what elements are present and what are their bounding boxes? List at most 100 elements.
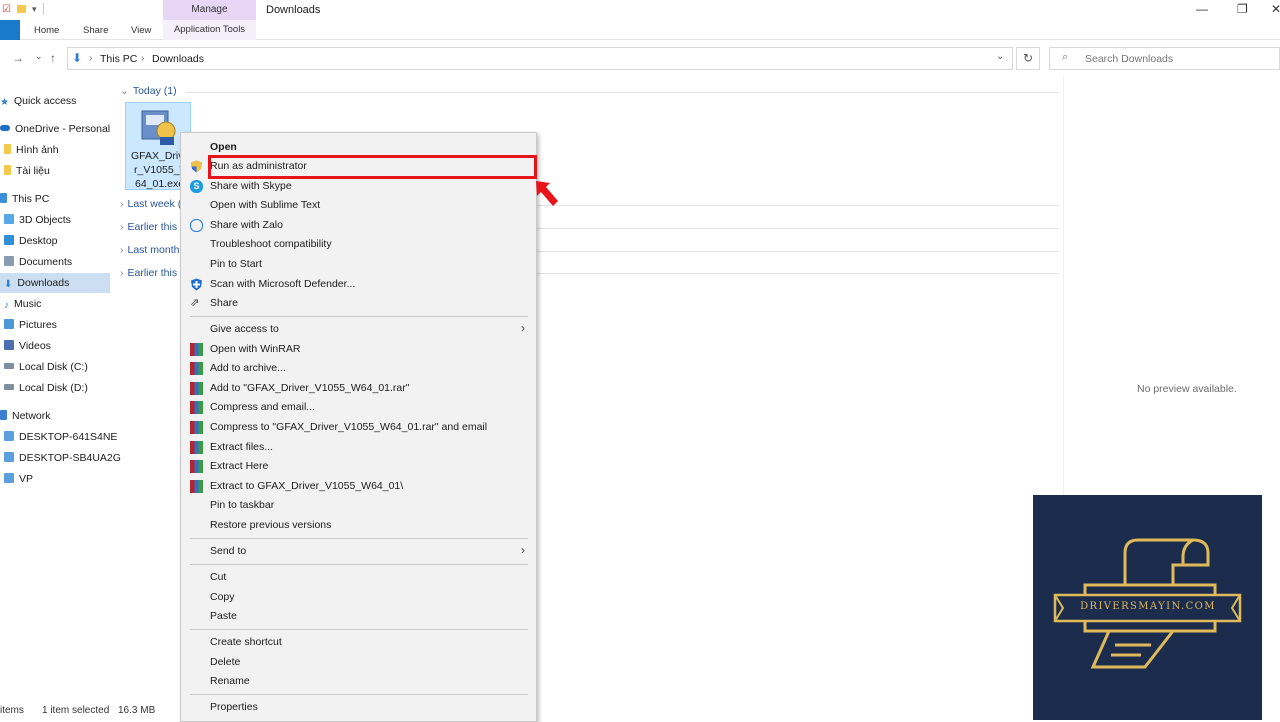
up-arrow-icon[interactable]: ↑: [50, 51, 56, 65]
sidebar-item-local-disk-c[interactable]: Local Disk (C:): [0, 357, 110, 377]
desktop-icon: [4, 235, 14, 245]
context-menu: Open Run as administrator S Share with S…: [180, 132, 537, 722]
menu-separator: [190, 538, 528, 539]
winrar-icon: [190, 460, 203, 473]
minimize-icon[interactable]: —: [1196, 2, 1208, 16]
sidebar-item-label: Music: [14, 298, 42, 310]
menu-item-open[interactable]: Open: [210, 141, 237, 153]
customize-dropdown-icon[interactable]: ▾: [32, 4, 37, 15]
menu-item-copy[interactable]: Copy: [210, 591, 235, 603]
menu-separator: [190, 564, 528, 565]
tab-view[interactable]: View: [131, 25, 151, 36]
sidebar-item-quick-access[interactable]: ★ Quick access: [0, 91, 110, 111]
menu-item-share-with-skype[interactable]: Share with Skype: [210, 180, 292, 192]
sidebar-item-label: DESKTOP-641S4NE: [19, 431, 118, 443]
menu-item-extract-here[interactable]: Extract Here: [210, 460, 268, 472]
menu-item-give-access-to[interactable]: Give access to: [210, 323, 279, 335]
star-icon: ★: [0, 97, 9, 108]
sidebar-item-documents[interactable]: Documents: [0, 252, 110, 272]
sidebar-item-desktop-641s4ne[interactable]: DESKTOP-641S4NE: [0, 427, 117, 447]
menu-item-rename[interactable]: Rename: [210, 675, 250, 687]
menu-item-cut[interactable]: Cut: [210, 571, 226, 583]
group-label: Earlier this: [127, 221, 178, 233]
sidebar-item-local-disk-d[interactable]: Local Disk (D:): [0, 378, 110, 398]
sidebar-item-desktop[interactable]: Desktop: [0, 231, 110, 251]
sidebar-item-label: VP: [19, 473, 34, 485]
menu-item-paste[interactable]: Paste: [210, 610, 237, 622]
restore-icon[interactable]: ❐: [1237, 2, 1248, 16]
address-bar[interactable]: ⬇ › This PC › Downloads ⌄: [67, 47, 1013, 70]
status-size: 16.3 MB: [118, 705, 156, 716]
menu-item-open-with-winrar[interactable]: Open with WinRAR: [210, 343, 300, 355]
menu-item-properties[interactable]: Properties: [210, 701, 258, 713]
sidebar-item-hinh-anh[interactable]: Hình ảnh: [0, 140, 110, 160]
refresh-button[interactable]: ↻: [1016, 47, 1040, 70]
properties-check-icon[interactable]: ☑: [2, 4, 11, 15]
group-header-earlier-this-year[interactable]: › Earlier this: [120, 267, 177, 279]
forward-arrow-icon[interactable]: →: [12, 51, 24, 65]
group-header-last-month[interactable]: › Last month: [120, 244, 179, 256]
ribbon-tabs: Home Share View Application Tools: [0, 20, 1280, 40]
sidebar-item-tai-lieu[interactable]: Tài liệu: [0, 161, 110, 181]
group-header-earlier-this-week[interactable]: › Earlier this: [120, 221, 177, 233]
file-tab[interactable]: [0, 20, 20, 40]
highlight-box: [208, 155, 537, 179]
menu-item-troubleshoot-compatibility[interactable]: Troubleshoot compatibility: [210, 238, 332, 250]
network-icon: [0, 410, 7, 420]
sidebar-item-label: Quick access: [13, 95, 77, 107]
sidebar-item-downloads[interactable]: ⬇ Downloads: [0, 273, 110, 293]
breadcrumb-this-pc[interactable]: This PC: [100, 53, 137, 65]
sidebar-item-label: Local Disk (C:): [19, 361, 88, 373]
menu-item-send-to[interactable]: Send to: [210, 545, 246, 557]
sidebar-item-network[interactable]: Network: [0, 406, 110, 426]
documents-icon: [4, 256, 14, 266]
group-header-last-week[interactable]: › Last week (: [120, 198, 181, 210]
new-folder-icon[interactable]: [16, 5, 26, 13]
sidebar-item-desktop-sb4ua2g[interactable]: DESKTOP-SB4UA2G: [0, 448, 121, 468]
pc-icon: [4, 473, 14, 483]
recent-dropdown-icon[interactable]: ⌄: [35, 51, 43, 62]
sidebar-item-onedrive[interactable]: OneDrive - Personal: [0, 119, 110, 139]
pc-icon: [4, 431, 14, 441]
close-icon[interactable]: ✕: [1271, 2, 1280, 16]
group-label: Earlier this: [127, 267, 178, 279]
menu-item-compress-to-rar-and-email[interactable]: Compress to "GFAX_Driver_V1055_W64_01.ra…: [210, 421, 487, 433]
menu-item-delete[interactable]: Delete: [210, 656, 240, 668]
sidebar-item-music[interactable]: ♪ Music: [0, 294, 110, 314]
menu-item-pin-to-start[interactable]: Pin to Start: [210, 258, 262, 270]
menu-item-share-with-zalo[interactable]: Share with Zalo: [210, 219, 283, 231]
sidebar-item-this-pc[interactable]: This PC: [0, 189, 110, 209]
tab-share[interactable]: Share: [83, 25, 108, 36]
menu-item-open-with-sublime-text[interactable]: Open with Sublime Text: [210, 199, 320, 211]
menu-item-compress-and-email[interactable]: Compress and email...: [210, 401, 315, 413]
group-header-today[interactable]: ⌄ Today (1): [120, 85, 177, 97]
sidebar-item-label: 3D Objects: [19, 214, 71, 226]
folder-icon: [4, 165, 11, 175]
download-icon: ⬇: [4, 279, 13, 290]
menu-item-extract-files[interactable]: Extract files...: [210, 441, 273, 453]
sidebar-item-videos[interactable]: Videos: [0, 336, 110, 356]
menu-item-extract-to-folder[interactable]: Extract to GFAX_Driver_V1055_W64_01\: [210, 480, 403, 492]
sidebar-item-pictures[interactable]: Pictures: [0, 315, 110, 335]
red-arrow-pointer-icon: [536, 181, 558, 206]
setup-exe-icon: [141, 110, 176, 145]
tab-application-tools[interactable]: Application Tools: [163, 20, 256, 40]
search-input[interactable]: ⌕ Search Downloads: [1049, 47, 1280, 70]
menu-item-add-to-archive[interactable]: Add to archive...: [210, 362, 286, 374]
menu-item-create-shortcut[interactable]: Create shortcut: [210, 636, 282, 648]
menu-item-add-to-rar[interactable]: Add to "GFAX_Driver_V1055_W64_01.rar": [210, 382, 409, 394]
menu-item-scan-with-defender[interactable]: Scan with Microsoft Defender...: [210, 278, 355, 290]
manage-tab[interactable]: Manage: [163, 0, 256, 20]
winrar-icon: [190, 480, 203, 493]
menu-item-pin-to-taskbar[interactable]: Pin to taskbar: [210, 499, 274, 511]
sidebar-item-3d-objects[interactable]: 3D Objects: [0, 210, 110, 230]
tab-home[interactable]: Home: [34, 25, 59, 36]
menu-separator: [190, 316, 528, 317]
menu-item-share[interactable]: Share: [210, 297, 238, 309]
address-dropdown-icon[interactable]: ⌄: [996, 51, 1004, 62]
sidebar-item-vp[interactable]: VP: [0, 469, 110, 489]
window-title: Downloads: [266, 4, 321, 16]
breadcrumb-downloads[interactable]: Downloads: [152, 53, 204, 65]
menu-item-restore-previous-versions[interactable]: Restore previous versions: [210, 519, 331, 531]
uac-shield-icon: [190, 160, 203, 173]
